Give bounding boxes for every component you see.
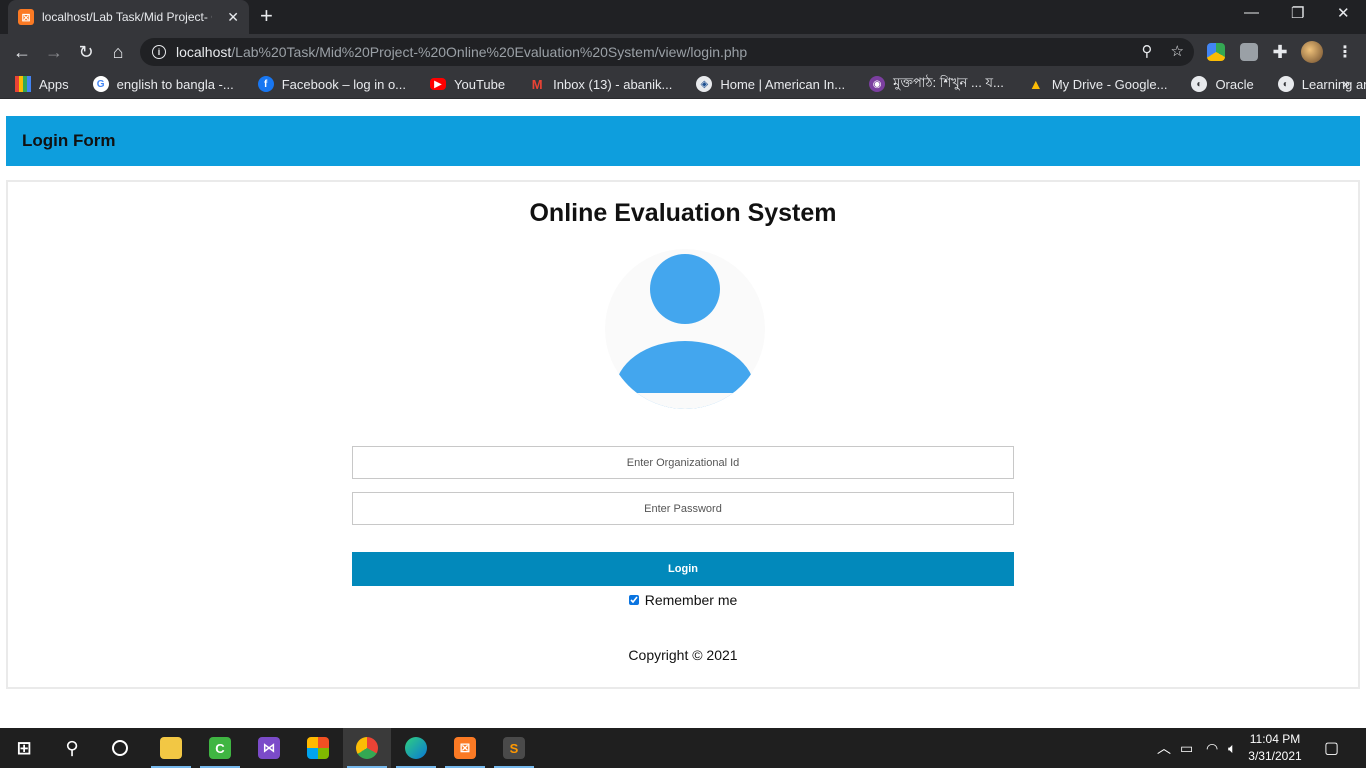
header-title: Login Form <box>22 131 116 150</box>
login-button[interactable]: Login <box>352 552 1014 586</box>
xampp-icon[interactable]: ⊠ <box>441 728 489 768</box>
edge-icon[interactable] <box>392 728 440 768</box>
bookmark-youtube[interactable]: ▶ YouTube <box>430 77 505 92</box>
bookmark-facebook[interactable]: f Facebook – log in o... <box>257 76 407 92</box>
address-bar[interactable]: i localhost/Lab%20Task/Mid%20Project-%20… <box>140 38 1194 66</box>
facebook-icon: f <box>257 76 274 92</box>
clock-time: 11:04 PM <box>1249 732 1301 746</box>
bookmark-label: মুক্তপাঠ: শিখুন ... য... <box>893 74 1004 90</box>
remember-me: Remember me <box>8 592 1358 608</box>
home-icon[interactable]: ⌂ <box>106 40 130 64</box>
new-tab-icon[interactable]: + <box>260 4 273 28</box>
youtube-icon: ▶ <box>430 78 447 90</box>
bookmark-gmail[interactable]: M Inbox (13) - abanik... <box>529 76 673 92</box>
back-icon[interactable]: ← <box>10 40 34 64</box>
sublime-text-icon[interactable]: S <box>490 728 538 768</box>
google-icon: G <box>92 76 109 92</box>
copyright-text: Copyright © 2021 <box>628 647 738 663</box>
extension-icon[interactable] <box>1240 43 1258 61</box>
bookmark-label: Learning and Earnin... <box>1301 76 1366 92</box>
close-window-icon[interactable]: ✕ <box>1337 4 1350 22</box>
bookmark-label: YouTube <box>454 76 506 92</box>
globe-icon: ◐ <box>1277 76 1294 92</box>
remember-checkbox[interactable] <box>628 595 639 605</box>
site-info-icon[interactable]: i <box>152 45 166 59</box>
bookmark-aiub[interactable]: ◈ Home | American In... <box>696 76 845 92</box>
profile-avatar[interactable] <box>1301 41 1323 63</box>
search-icon[interactable]: ⚲ <box>48 728 96 768</box>
cortana-icon[interactable] <box>96 728 144 768</box>
avatar-head <box>650 254 720 324</box>
system-clock[interactable]: 11:04 PM 3/31/2021 <box>1244 731 1306 765</box>
url-host: localhost <box>176 44 232 60</box>
battery-icon[interactable]: ▭ <box>1180 728 1193 768</box>
volume-icon[interactable]: 🔈︎ <box>1228 728 1236 768</box>
file-explorer-icon[interactable] <box>147 728 195 768</box>
password-input[interactable] <box>352 492 1014 525</box>
minimize-icon[interactable]: — <box>1244 4 1259 21</box>
tray-chevron-icon[interactable]: ︿ <box>1157 728 1171 768</box>
google-drive-icon: ▲ <box>1028 76 1043 92</box>
bookmark-muktopaath[interactable]: ◉ মুক্তপাঠ: শিখুন ... য... <box>869 74 1004 95</box>
restore-icon[interactable]: ❐ <box>1291 4 1304 22</box>
bookmarks-bar: Apps G english to bangla -... f Facebook… <box>0 70 1366 99</box>
extension-icon[interactable] <box>1207 43 1225 61</box>
gmail-icon: M <box>531 76 543 92</box>
windows-taskbar: ⊞ ⚲ C ⋈ ⊠ S ︿ ▭ ◠ 🔈︎ 11:04 PM 3/31/2021 … <box>0 728 1366 768</box>
bookmark-label: Oracle <box>1215 76 1254 92</box>
user-avatar-icon <box>605 249 765 409</box>
org-id-input[interactable] <box>352 446 1014 479</box>
bookmark-label: My Drive - Google... <box>1051 76 1168 92</box>
page-content: Login Form Online Evaluation System Logi… <box>0 99 1366 728</box>
tab-close-icon[interactable]: ✕ <box>227 9 239 26</box>
login-card: Online Evaluation System Login Remember … <box>6 180 1360 689</box>
visual-studio-icon[interactable]: ⋈ <box>245 728 293 768</box>
aiub-icon: ◈ <box>696 76 713 92</box>
browser-toolbar: ← → ↻ ⌂ i localhost/Lab%20Task/Mid%20Pro… <box>0 34 1366 70</box>
notifications-icon[interactable]: ▢ <box>1324 728 1339 768</box>
bookmark-label: Inbox (13) - abanik... <box>553 76 673 92</box>
zoom-icon[interactable]: ⚲ <box>1142 42 1153 60</box>
remember-label: Remember me <box>644 592 738 608</box>
bookmark-label: Apps <box>39 76 69 92</box>
forward-icon[interactable]: → <box>42 40 66 64</box>
apps-grid-icon <box>15 76 31 92</box>
header-bar: Login Form <box>6 116 1360 166</box>
bookmark-google-drive[interactable]: ▲ My Drive - Google... <box>1028 76 1168 92</box>
clock-date: 3/31/2021 <box>1248 749 1302 763</box>
browser-tab-strip: ⊠ localhost/Lab Task/Mid Project- O ✕ + … <box>0 0 1366 34</box>
browser-menu-icon[interactable]: ⋮ <box>1337 42 1353 62</box>
bookmark-star-icon[interactable]: ☆ <box>1171 42 1184 60</box>
url-path: /Lab%20Task/Mid%20Project-%20Online%20Ev… <box>231 44 748 60</box>
xampp-icon: ⊠ <box>18 9 34 25</box>
bookmark-apps[interactable]: Apps <box>15 76 69 92</box>
wifi-icon[interactable]: ◠ <box>1206 728 1218 768</box>
page-title: Online Evaluation System <box>529 199 837 227</box>
windows-start-icon[interactable]: ⊞ <box>0 728 48 768</box>
tab-title: localhost/Lab Task/Mid Project- O <box>42 10 212 24</box>
bookmark-learning-earning[interactable]: ◐ Learning and Earnin... <box>1277 76 1366 92</box>
bookmark-oracle[interactable]: ◐ Oracle <box>1191 76 1254 92</box>
camtasia-icon[interactable]: C <box>196 728 244 768</box>
reload-icon[interactable]: ↻ <box>74 40 98 64</box>
extensions-puzzle-icon[interactable]: ✚ <box>1268 40 1292 64</box>
bookmark-label: Facebook – log in o... <box>281 76 407 92</box>
bookmark-label: english to bangla -... <box>116 76 234 92</box>
globe-icon: ◐ <box>1191 76 1208 92</box>
bookmark-label: Home | American In... <box>720 76 846 92</box>
avatar-clip <box>605 393 765 409</box>
bookmarks-overflow-icon[interactable]: » <box>1342 75 1350 91</box>
bookmark-google-translate[interactable]: G english to bangla -... <box>92 76 234 92</box>
microsoft-store-icon[interactable] <box>294 728 342 768</box>
chrome-icon[interactable] <box>343 728 391 768</box>
muktopaath-icon: ◉ <box>869 76 886 92</box>
browser-tab[interactable]: ⊠ localhost/Lab Task/Mid Project- O ✕ <box>8 0 249 34</box>
